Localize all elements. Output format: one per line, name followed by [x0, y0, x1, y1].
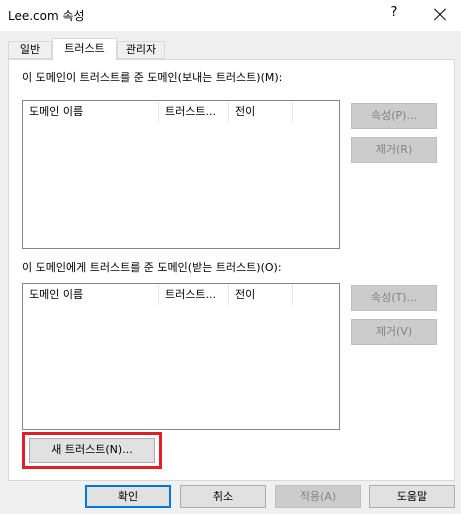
ok-button[interactable]: 확인 [85, 485, 171, 508]
column-transitive[interactable]: 전이 [229, 101, 293, 122]
column-domain-name[interactable]: 도메인 이름 [23, 284, 159, 305]
column-trust-type[interactable]: 트러스트... [159, 284, 229, 305]
apply-button[interactable]: 적용(A) [275, 485, 361, 508]
cancel-button[interactable]: 취소 [180, 485, 266, 508]
help-button[interactable]: 도움말 [369, 485, 455, 508]
incoming-remove-button[interactable]: 제거(V) [351, 319, 437, 345]
tab-general[interactable]: 일반 [8, 41, 52, 59]
column-domain-name[interactable]: 도메인 이름 [23, 101, 159, 122]
incoming-properties-button[interactable]: 속성(T)... [351, 285, 437, 311]
outgoing-trusts-list[interactable]: 도메인 이름 트러스트... 전이 [22, 100, 340, 249]
help-icon[interactable]: ? [384, 5, 404, 25]
list-header: 도메인 이름 트러스트... 전이 [23, 284, 339, 305]
outgoing-trusts-label: 이 도메인이 트러스트를 준 도메인(보내는 트러스트)(M): [22, 71, 283, 84]
incoming-trusts-list[interactable]: 도메인 이름 트러스트... 전이 [22, 283, 340, 430]
outgoing-properties-button[interactable]: 속성(P)... [351, 103, 437, 129]
close-icon[interactable] [428, 3, 452, 27]
tab-trust[interactable]: 트러스트 [52, 38, 117, 60]
column-trust-type[interactable]: 트러스트... [159, 101, 229, 122]
window-title: Lee.com 속성 [8, 9, 85, 23]
new-trust-button[interactable]: 새 트러스트(N)... [29, 438, 155, 463]
column-transitive[interactable]: 전이 [229, 284, 293, 305]
tab-managed-by[interactable]: 관리자 [117, 41, 165, 59]
outgoing-remove-button[interactable]: 제거(R) [351, 137, 437, 163]
list-header: 도메인 이름 트러스트... 전이 [23, 101, 339, 122]
incoming-trusts-label: 이 도메인에게 트러스트를 준 도메인(받는 트러스트)(O): [22, 261, 282, 274]
